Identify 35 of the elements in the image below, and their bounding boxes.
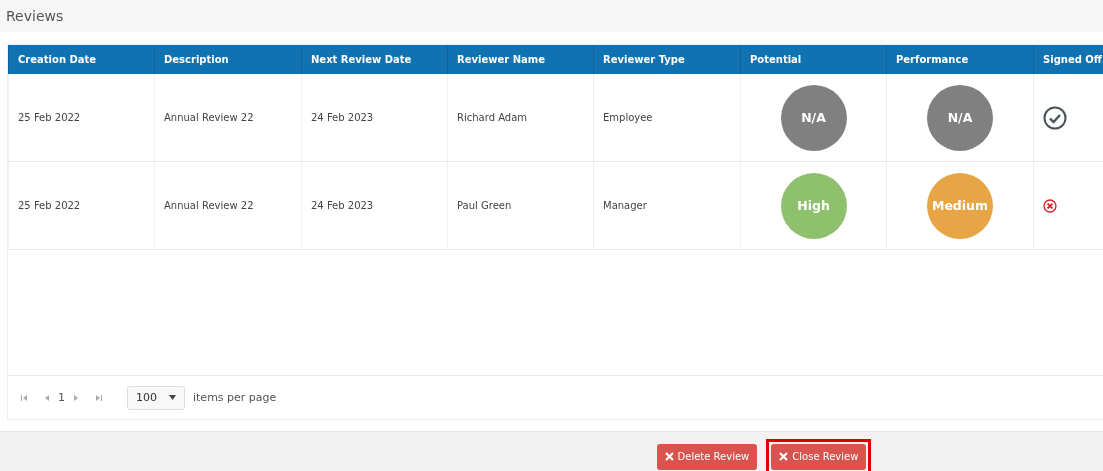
name-cell: Richard Adam: [457, 112, 528, 123]
review-button[interactable]: Close Review: [771, 443, 867, 470]
column-header[interactable]: Potential: [740, 45, 886, 74]
column-header[interactable]: Reviewer Name: [447, 45, 593, 74]
review-button[interactable]: Delete Review: [656, 443, 758, 470]
column-header[interactable]: Reviewer Type: [593, 45, 740, 74]
column-header[interactable]: Performance: [886, 45, 1033, 74]
page-size-dropdown[interactable]: 100: [127, 385, 185, 410]
previous-page-icon[interactable]: [44, 393, 50, 402]
caret-icon: [169, 395, 176, 400]
type-cell: Manager: [603, 200, 647, 211]
rating-badge: N/A: [927, 84, 993, 151]
page-number[interactable]: 1: [58, 391, 65, 404]
next-page-icon[interactable]: [73, 393, 79, 402]
first-page-icon[interactable]: [20, 393, 28, 402]
description-cell: Annual Review 22: [164, 200, 254, 211]
rating-badge: Medium: [927, 172, 993, 239]
rating-badge: High: [780, 172, 847, 239]
type-cell: Employee: [603, 112, 653, 123]
date-cell: 25 Feb 2022: [18, 200, 81, 211]
column-header[interactable]: Description: [154, 45, 301, 74]
panel-title: Reviews: [6, 8, 64, 24]
rating-badge: N/A: [780, 84, 847, 151]
last-page-icon[interactable]: [95, 393, 103, 402]
date-cell: 25 Feb 2022: [18, 112, 81, 123]
items-per-page-label: items per page: [193, 391, 277, 404]
column-header[interactable]: Creation Date: [8, 45, 154, 74]
description-cell: Annual Review 22: [164, 112, 254, 123]
column-header[interactable]: Next Review Date: [301, 45, 447, 74]
close-icon: [664, 452, 674, 461]
date-cell: 24 Feb 2023: [311, 200, 374, 211]
close-icon: [779, 452, 789, 461]
column-header[interactable]: Signed Off: [1033, 45, 1103, 74]
date-cell: 24 Feb 2023: [311, 112, 374, 123]
name-cell: Paul Green: [457, 200, 512, 211]
